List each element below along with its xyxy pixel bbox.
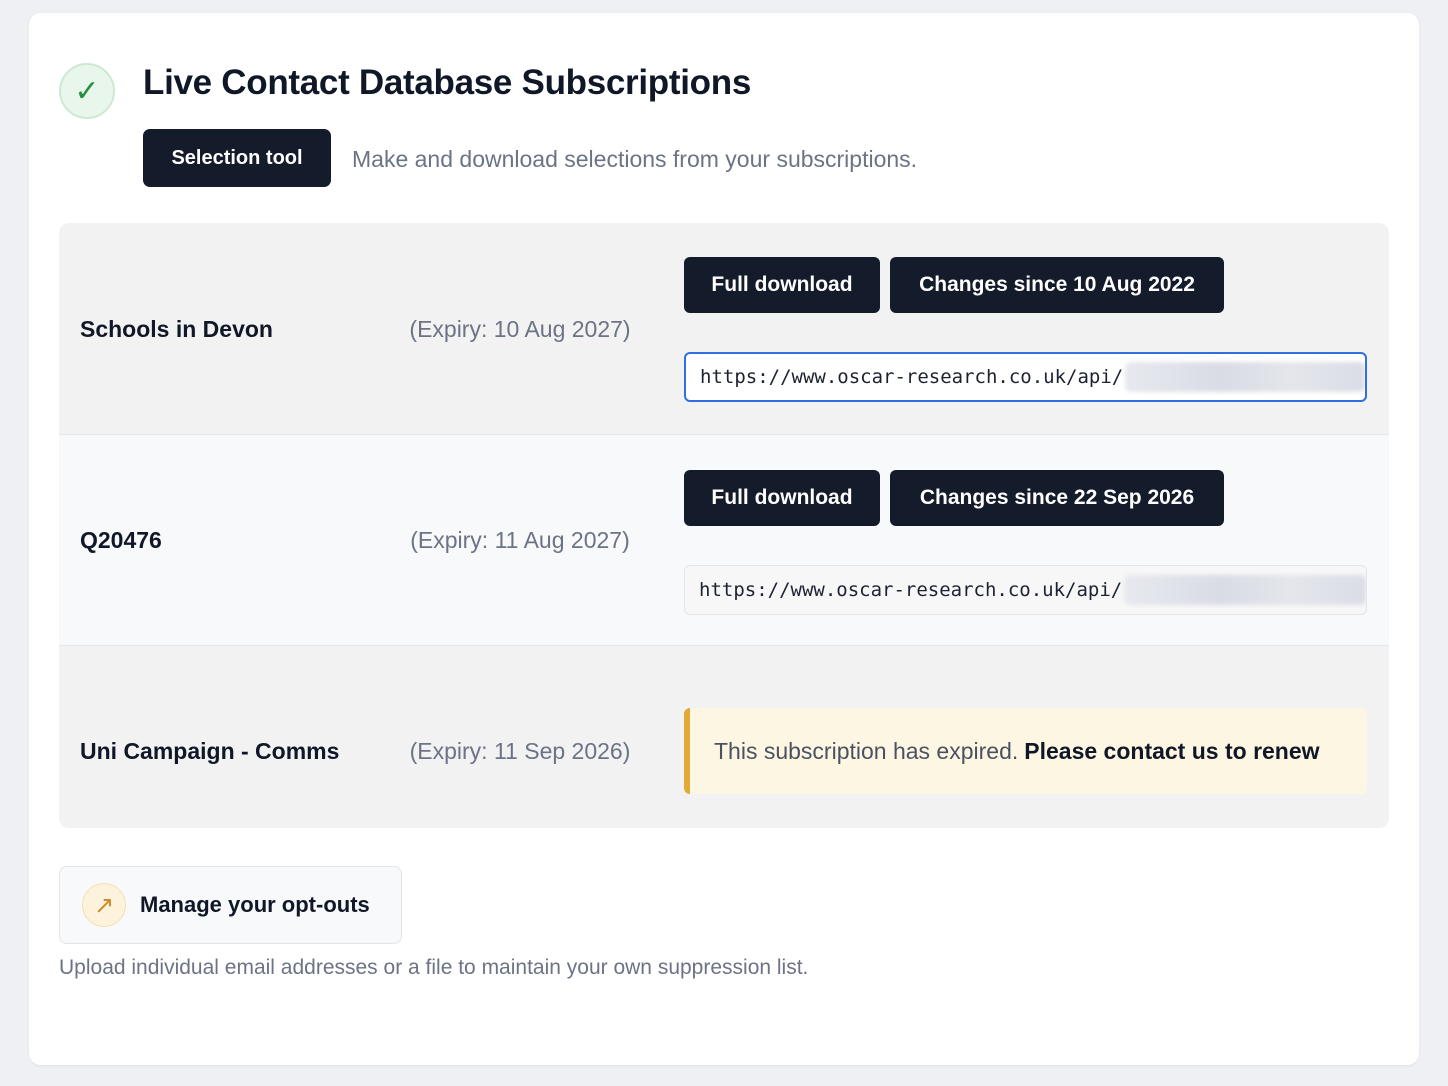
selection-tool-description: Make and download selections from your s…: [352, 146, 918, 172]
api-url-field[interactable]: https://www.oscar-research.co.uk/api/: [684, 565, 1367, 615]
subscription-expiry: (Expiry: 11 Sep 2026): [409, 738, 631, 764]
changes-since-button[interactable]: Changes since 22 Sep 2026: [890, 470, 1224, 526]
subscription-name: Uni Campaign - Comms: [80, 738, 340, 764]
subscriptions-table: Schools in Devon (Expiry: 10 Aug 2027) F…: [59, 223, 1389, 828]
table-row: Uni Campaign - Comms (Expiry: 11 Sep 202…: [59, 646, 1389, 828]
check-icon: ✓: [59, 63, 115, 119]
check-icon-glyph: ✓: [74, 73, 100, 109]
selection-tool-button[interactable]: Selection tool: [143, 129, 331, 187]
table-row: Schools in Devon (Expiry: 10 Aug 2027) F…: [59, 223, 1389, 435]
redacted-api-key: [1125, 362, 1365, 392]
subscription-name: Q20476: [80, 527, 162, 553]
subscriptions-card: ✓ Live Contact Database Subscriptions Se…: [29, 13, 1419, 1065]
arrow-glyph: ↗: [93, 891, 115, 919]
expired-notice: This subscription has expired. Please co…: [684, 708, 1367, 794]
optouts-description: Upload individual email addresses or a f…: [59, 956, 809, 979]
manage-optouts-label: Manage your opt-outs: [140, 892, 370, 917]
expired-text: This subscription has expired.: [714, 737, 1019, 764]
manage-optouts-button[interactable]: ↗ Manage your opt-outs: [59, 866, 402, 944]
api-url-text: https://www.oscar-research.co.uk/api/: [700, 366, 1124, 388]
api-url-field[interactable]: https://www.oscar-research.co.uk/api/: [684, 352, 1367, 402]
subscription-expiry: (Expiry: 10 Aug 2027): [409, 316, 631, 342]
api-url-text: https://www.oscar-research.co.uk/api/: [699, 579, 1123, 601]
full-download-button[interactable]: Full download: [684, 470, 880, 526]
arrow-up-right-icon: ↗: [82, 883, 126, 927]
subscription-name: Schools in Devon: [80, 316, 273, 342]
page-title: Live Contact Database Subscriptions: [143, 63, 751, 102]
contact-renew-link[interactable]: Please contact us to renew: [1024, 738, 1319, 765]
full-download-button[interactable]: Full download: [684, 257, 880, 313]
redacted-api-key: [1124, 575, 1366, 605]
changes-since-button[interactable]: Changes since 10 Aug 2022: [890, 257, 1224, 313]
table-row: Q20476 (Expiry: 11 Aug 2027) Full downlo…: [59, 435, 1389, 646]
subscription-expiry: (Expiry: 11 Aug 2027): [410, 527, 630, 553]
